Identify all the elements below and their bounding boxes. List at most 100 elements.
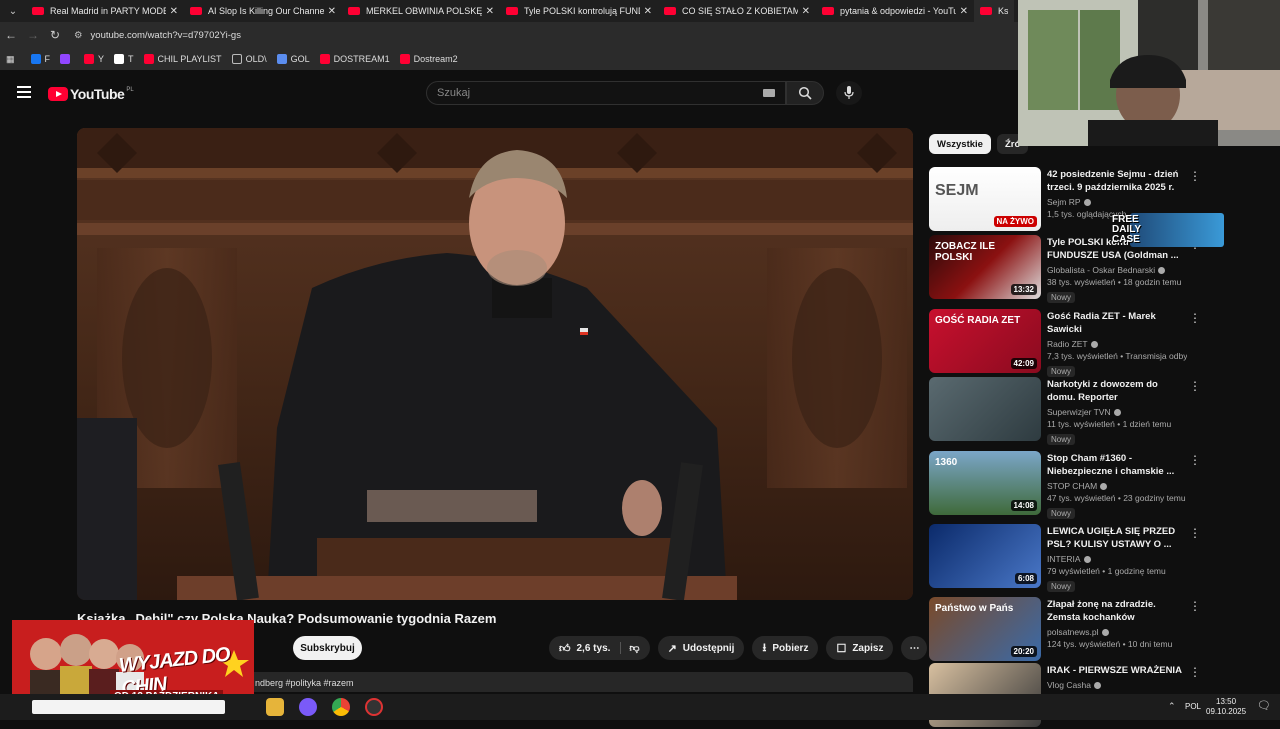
save-button[interactable]: ☐ Zapisz: [826, 636, 894, 660]
bookmark-label: OLD\: [245, 54, 267, 64]
clock-time: 13:50: [1216, 697, 1237, 706]
video-thumbnail[interactable]: [929, 377, 1041, 441]
new-badge: Nowy: [1047, 508, 1076, 519]
tab-search-menu[interactable]: ⌄: [0, 0, 26, 22]
subscribe-button[interactable]: Subskrybuj: [293, 636, 362, 660]
video-thumbnail[interactable]: 6:08: [929, 524, 1041, 588]
close-tab-icon[interactable]: ✕: [802, 6, 810, 17]
video-thumbnail[interactable]: ZOBACZ ILE POLSKI 13:32: [929, 235, 1041, 299]
video-thumbnail[interactable]: 1360 14:08: [929, 451, 1041, 515]
like-button[interactable]: 👍︎ 2,6 tys. 👎︎: [549, 636, 650, 660]
browser-tab[interactable]: AI Slop Is Killing Our Channel - ✕: [184, 0, 342, 22]
discord-icon[interactable]: [299, 698, 317, 716]
apps-icon[interactable]: ▦: [6, 54, 15, 65]
file-explorer-icon[interactable]: [266, 698, 284, 716]
more-vertical-icon[interactable]: ⋮: [1189, 311, 1201, 325]
browser-tab[interactable]: Tyle POLSKI kontrolują FUNDU ✕: [500, 0, 658, 22]
browser-tab[interactable]: MERKEL OBWINIA POLSKĘ o W ✕: [342, 0, 500, 22]
browser-tab[interactable]: pytania & odpowiedzi - YouTub ✕: [816, 0, 974, 22]
close-tab-icon[interactable]: ✕: [328, 6, 336, 17]
more-actions-button[interactable]: ⋯: [901, 636, 928, 660]
channel-name[interactable]: Superwizjer TVN: [1047, 407, 1187, 417]
more-vertical-icon[interactable]: ⋮: [1189, 453, 1201, 467]
bookmark-item[interactable]: DOSTREAM1: [319, 54, 390, 64]
recommended-video[interactable]: 1360 14:08 Stop Cham #1360 - Niebezpieczne…: [929, 451, 1201, 519]
keyboard-icon[interactable]: [763, 89, 775, 97]
filter-chip[interactable]: Wszystkie: [929, 134, 991, 154]
thumbs-down-icon[interactable]: 👎︎: [620, 642, 640, 654]
channel-name[interactable]: Sejm RP: [1047, 197, 1187, 207]
channel-name[interactable]: Radio ZET: [1047, 339, 1187, 349]
video-title[interactable]: Złapał żonę na zdradzie. Zemsta kochankó…: [1047, 598, 1187, 624]
youtube-logo[interactable]: YouTube PL: [48, 86, 134, 102]
video-title[interactable]: Stop Cham #1360 - Niebezpieczne i chamsk…: [1047, 452, 1187, 478]
bookmark-item[interactable]: T: [114, 54, 134, 64]
download-button[interactable]: ⭳ Pobierz: [752, 636, 819, 660]
channel-name[interactable]: Globalista - Oskar Bednarski: [1047, 265, 1187, 275]
chrome-icon[interactable]: [332, 698, 350, 716]
video-thumbnail[interactable]: SEJM NA ŻYWO: [929, 167, 1041, 231]
recommended-video[interactable]: GOŚĆ RADIA ZET 42:09 Gość Radia ZET - Mare…: [929, 309, 1201, 377]
youtube-favicon-icon: [506, 7, 518, 15]
channel-name[interactable]: INTERIA: [1047, 554, 1187, 564]
video-thumbnail[interactable]: Państwo w Pańs 20:20: [929, 597, 1041, 661]
more-vertical-icon[interactable]: ⋮: [1189, 169, 1201, 183]
bookmark-item[interactable]: OLD\: [231, 54, 267, 64]
microphone-icon: [844, 86, 854, 99]
close-tab-icon[interactable]: ✕: [644, 6, 652, 17]
channel-name[interactable]: STOP CHAM: [1047, 481, 1187, 491]
close-tab-icon[interactable]: ✕: [170, 6, 178, 17]
site-info-icon[interactable]: ⚙: [74, 30, 83, 41]
chevron-up-icon[interactable]: ⌃: [1168, 701, 1176, 712]
video-thumbnail[interactable]: GOŚĆ RADIA ZET 42:09: [929, 309, 1041, 373]
bookmark-item[interactable]: F: [30, 54, 50, 64]
recommended-video[interactable]: Narkotyki z dowozem do domu. Reporter "S…: [929, 377, 1201, 445]
more-vertical-icon[interactable]: ⋮: [1189, 599, 1201, 613]
video-title[interactable]: 42 posiedzenie Sejmu - dzień trzeci. 9 p…: [1047, 168, 1187, 194]
close-tab-icon[interactable]: ✕: [486, 6, 494, 17]
bookmark-item[interactable]: GOL: [276, 54, 310, 64]
browser-tab[interactable]: Ksią: [974, 0, 1014, 22]
tab-title: Real Madrid in PARTY MODE vs: [50, 6, 166, 16]
recommended-video[interactable]: Państwo w Pańs 20:20 Złapał żonę na zdradz…: [929, 597, 1201, 663]
channel-name[interactable]: Vlog Casha: [1047, 680, 1187, 690]
video-player[interactable]: [77, 128, 913, 600]
save-label: Zapisz: [852, 642, 884, 654]
search-button[interactable]: [786, 81, 824, 105]
bookmark-item[interactable]: Dostream2: [399, 54, 458, 64]
video-title[interactable]: Narkotyki z dowozem do domu. Reporter "S…: [1047, 378, 1187, 404]
menu-icon[interactable]: [17, 86, 31, 98]
language-indicator[interactable]: POL: [1185, 702, 1201, 711]
bookmark-item[interactable]: CHIL PLAYLIST: [143, 54, 222, 64]
close-tab-icon[interactable]: ✕: [960, 6, 968, 17]
taskbar-search-box[interactable]: [32, 700, 225, 714]
channel-name[interactable]: polsatnews.pl: [1047, 627, 1187, 637]
video-title[interactable]: IRAK - PIERWSZE WRAŻENIA: [1047, 664, 1187, 677]
bookmark-item[interactable]: [60, 54, 74, 64]
browser-tab[interactable]: CO SIĘ STAŁO Z KOBIETAMI? | C ✕: [658, 0, 816, 22]
back-icon[interactable]: ←: [0, 28, 22, 42]
more-vertical-icon[interactable]: ⋮: [1189, 665, 1201, 679]
x-icon: [114, 54, 125, 64]
notification-icon[interactable]: 🗨︎: [1257, 699, 1271, 712]
voice-search-button[interactable]: [836, 81, 862, 105]
video-title[interactable]: Gość Radia ZET - Marek Sawicki: [1047, 310, 1187, 336]
bookmark-item[interactable]: Y: [84, 54, 104, 64]
obs-icon[interactable]: [365, 698, 383, 716]
verified-icon: [1113, 409, 1121, 417]
forward-icon[interactable]: →: [22, 28, 44, 42]
browser-tab[interactable]: Real Madrid in PARTY MODE vs ✕: [26, 0, 184, 22]
reload-icon[interactable]: ↻: [44, 28, 66, 42]
bookmark-label: DOSTREAM1: [333, 54, 390, 64]
recommended-video[interactable]: 6:08 LEWICA UGIĘŁA SIĘ PRZED PSL? KULISY …: [929, 524, 1201, 592]
video-meta: 124 tys. wyświetleń • 10 dni temu: [1047, 639, 1173, 649]
more-vertical-icon[interactable]: ⋮: [1189, 526, 1201, 540]
windows-taskbar: ⌃ POL 13:50 09.10.2025 🗨︎: [0, 694, 1280, 720]
video-duration: 20:20: [1010, 646, 1037, 657]
share-button[interactable]: ↗ Udostępnij: [657, 636, 745, 660]
more-vertical-icon[interactable]: ⋮: [1189, 379, 1201, 393]
taskbar-clock[interactable]: 13:50 09.10.2025: [1206, 697, 1246, 717]
video-title[interactable]: LEWICA UGIĘŁA SIĘ PRZED PSL? KULISY USTA…: [1047, 525, 1187, 551]
url-field[interactable]: ⚙ youtube.com/watch?v=d79702Yi-gs: [74, 30, 241, 41]
search-input[interactable]: Szukaj: [426, 81, 786, 105]
